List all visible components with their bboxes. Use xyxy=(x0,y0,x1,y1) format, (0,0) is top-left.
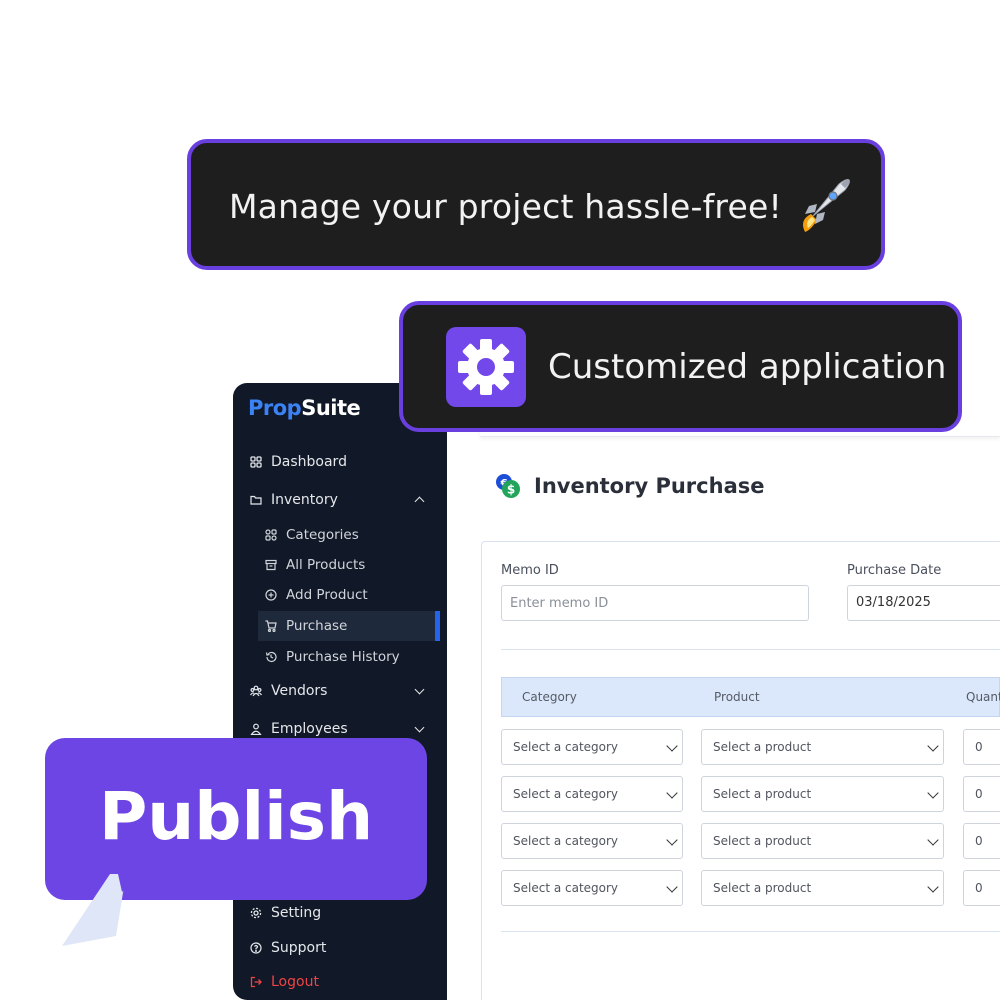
quantity-input[interactable]: 0 xyxy=(963,776,1000,812)
product-select-value: Select a product xyxy=(713,834,812,848)
sidebar-item-label: Vendors xyxy=(271,683,328,699)
quantity-value: 0 xyxy=(975,881,983,895)
header-product: Product xyxy=(714,690,760,704)
table-header: Category Product Quant xyxy=(501,677,1000,717)
chevron-down-icon xyxy=(927,834,939,846)
sidebar-item-label: Logout xyxy=(271,974,319,990)
sidebar-item-all-products[interactable]: All Products xyxy=(265,557,365,573)
quantity-value: 0 xyxy=(975,740,983,754)
header-category: Category xyxy=(522,690,577,704)
category-select[interactable]: Select a category xyxy=(501,776,683,812)
feature-banner: Customized application xyxy=(399,301,962,432)
chevron-down-icon xyxy=(666,787,678,799)
product-select-value: Select a product xyxy=(713,740,812,754)
category-select-value: Select a category xyxy=(513,740,619,754)
product-select-value: Select a product xyxy=(713,787,812,801)
sidebar-item-label: Employees xyxy=(271,721,348,737)
feature-text: Customized application xyxy=(548,347,947,387)
sidebar-item-label: Add Product xyxy=(286,587,368,603)
product-select[interactable]: Select a product xyxy=(701,823,944,859)
purchase-date-input[interactable]: 03/18/2025 xyxy=(847,585,1000,621)
chevron-down-icon xyxy=(927,787,939,799)
sidebar-item-purchase[interactable]: Purchase xyxy=(265,618,347,634)
tagline-text: Manage your project hassle-free! xyxy=(229,187,782,226)
product-select[interactable]: Select a product xyxy=(701,870,944,906)
tagline-banner: Manage your project hassle-free! xyxy=(187,139,885,270)
help-icon xyxy=(250,942,262,954)
quantity-value: 0 xyxy=(975,787,983,801)
logo-text-suite: Suite xyxy=(301,396,361,420)
sidebar-item-categories[interactable]: Categories xyxy=(265,527,359,543)
gear-icon xyxy=(446,327,526,407)
memo-id-input[interactable] xyxy=(501,585,809,621)
money-icon: € $ xyxy=(494,472,522,500)
product-select-value: Select a product xyxy=(713,881,812,895)
sidebar-item-label: All Products xyxy=(286,557,366,573)
archive-icon xyxy=(265,559,277,571)
logo: PropSuite xyxy=(248,396,361,420)
sidebar-item-inventory[interactable]: Inventory xyxy=(250,492,338,508)
sidebar-item-label: Setting xyxy=(271,905,322,921)
sidebar-item-logout[interactable]: Logout xyxy=(250,974,319,990)
category-select-value: Select a category xyxy=(513,834,619,848)
table-divider xyxy=(501,931,1000,932)
sidebar-item-purchase-history[interactable]: Purchase History xyxy=(265,649,400,665)
rocket-icon xyxy=(791,174,855,238)
sidebar-item-label: Inventory xyxy=(271,492,338,508)
folder-icon xyxy=(250,494,262,506)
publish-label: Publish xyxy=(98,778,374,855)
category-select[interactable]: Select a category xyxy=(501,870,683,906)
sidebar-item-dashboard[interactable]: Dashboard xyxy=(250,454,347,470)
sidebar-item-label: Categories xyxy=(286,527,359,543)
form-divider xyxy=(501,649,1000,650)
sidebar-item-add-product[interactable]: Add Product xyxy=(265,587,368,603)
cart-icon xyxy=(265,620,277,632)
product-select[interactable]: Select a product xyxy=(701,729,944,765)
product-select[interactable]: Select a product xyxy=(701,776,944,812)
chevron-down-icon xyxy=(927,740,939,752)
chevron-down-icon xyxy=(927,881,939,893)
speech-bubble-tail xyxy=(62,874,140,946)
sidebar-item-label: Purchase xyxy=(286,618,348,634)
category-select[interactable]: Select a category xyxy=(501,729,683,765)
purchase-date-label: Purchase Date xyxy=(847,563,942,578)
memo-id-label: Memo ID xyxy=(501,563,559,578)
category-select-value: Select a category xyxy=(513,787,619,801)
sidebar-item-vendors[interactable]: Vendors xyxy=(250,683,327,699)
categories-icon xyxy=(265,529,277,541)
quantity-input[interactable]: 0 xyxy=(963,870,1000,906)
users-icon xyxy=(250,685,262,697)
quantity-input[interactable]: 0 xyxy=(963,729,1000,765)
sidebar-item-setting[interactable]: Setting xyxy=(250,905,321,921)
logo-text-prop: Prop xyxy=(248,396,302,420)
sidebar-item-support[interactable]: Support xyxy=(250,940,326,956)
active-item-indicator xyxy=(435,611,440,641)
sidebar-item-label: Dashboard xyxy=(271,454,347,470)
chevron-down-icon xyxy=(666,881,678,893)
chevron-down-icon xyxy=(666,834,678,846)
plus-circle-icon xyxy=(265,589,277,601)
svg-text:$: $ xyxy=(507,483,515,497)
category-select-value: Select a category xyxy=(513,881,619,895)
logout-icon xyxy=(250,976,262,988)
quantity-value: 0 xyxy=(975,834,983,848)
quantity-input[interactable]: 0 xyxy=(963,823,1000,859)
chevron-down-icon xyxy=(666,740,678,752)
sidebar-item-label: Purchase History xyxy=(286,649,400,665)
header-quantity: Quant xyxy=(966,690,1000,704)
history-icon xyxy=(265,651,277,663)
sidebar-item-label: Support xyxy=(271,940,327,956)
category-select[interactable]: Select a category xyxy=(501,823,683,859)
page-title: Inventory Purchase xyxy=(534,474,765,498)
page-header: € $ Inventory Purchase xyxy=(494,472,764,500)
sidebar-item-employees[interactable]: Employees xyxy=(250,721,348,737)
gear-icon xyxy=(250,907,262,919)
dashboard-icon xyxy=(250,456,262,468)
user-icon xyxy=(250,723,262,735)
